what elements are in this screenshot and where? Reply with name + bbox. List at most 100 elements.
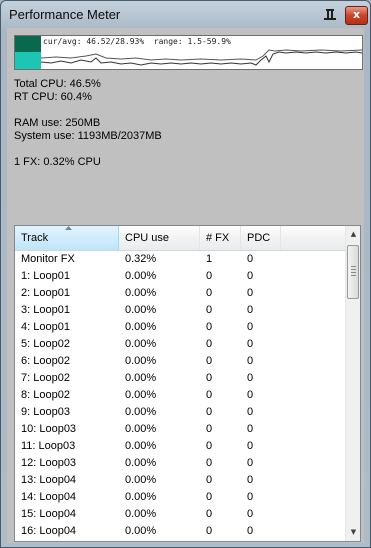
track-name-cell: 4: Loop01 bbox=[21, 321, 70, 333]
table-row[interactable]: 10: Loop03 0.00% 0 0 bbox=[15, 421, 345, 438]
cpu-use-cell: 0.00% bbox=[125, 423, 157, 435]
table-row[interactable]: 1: Loop01 0.00% 0 0 bbox=[15, 268, 345, 285]
fx-count-cell: 0 bbox=[206, 304, 213, 316]
track-name-cell: 14: Loop04 bbox=[21, 491, 77, 503]
fx-count-cell: 0 bbox=[206, 440, 213, 452]
cpu-use-cell: 0.00% bbox=[125, 389, 157, 401]
window-title: Performance Meter bbox=[9, 7, 121, 22]
column-header-fx[interactable]: # FX bbox=[200, 226, 241, 250]
column-header-pdc[interactable]: PDC bbox=[241, 226, 281, 250]
pdc-cell: 0 bbox=[247, 389, 254, 401]
track-list[interactable]: Track CPU use # FX PDC Monitor FX 0.32% 1 0… bbox=[14, 225, 361, 542]
cpu-use-cell: 0.00% bbox=[125, 508, 157, 520]
pdc-cell: 0 bbox=[247, 474, 254, 486]
title-bar[interactable]: Performance Meter x bbox=[1, 1, 370, 29]
table-row[interactable]: 12: Loop03 0.00% 0 0 bbox=[15, 455, 345, 472]
table-row[interactable]: 15: Loop04 0.00% 0 0 bbox=[15, 506, 345, 523]
fx-count-cell: 0 bbox=[206, 270, 213, 282]
track-name-cell: 7: Loop02 bbox=[21, 372, 70, 384]
pdc-cell: 0 bbox=[247, 355, 254, 367]
sort-ascending-icon bbox=[65, 226, 72, 230]
pdc-cell: 0 bbox=[247, 440, 254, 452]
pdc-cell: 0 bbox=[247, 304, 254, 316]
pdc-cell: 0 bbox=[247, 270, 254, 282]
meter-panel: cur/avg: 46.52/28.93% range: 1.5-59.9% T… bbox=[7, 28, 364, 543]
pdc-cell: 0 bbox=[247, 321, 254, 333]
cpu-use-cell: 0.32% bbox=[125, 253, 157, 265]
table-row[interactable]: 8: Loop02 0.00% 0 0 bbox=[15, 387, 345, 404]
fx-count-cell: 0 bbox=[206, 525, 213, 537]
cpu-use-cell: 0.00% bbox=[125, 491, 157, 503]
cpu-use-cell: 0.00% bbox=[125, 372, 157, 384]
track-name-cell: 16: Loop04 bbox=[21, 525, 77, 537]
cpu-color-swatch bbox=[15, 36, 41, 52]
pdc-cell: 0 bbox=[247, 287, 254, 299]
table-row[interactable]: 3: Loop01 0.00% 0 0 bbox=[15, 302, 345, 319]
table-row[interactable]: 5: Loop02 0.00% 0 0 bbox=[15, 336, 345, 353]
stats-block: Total CPU: 46.5% RT CPU: 60.4% RAM use: … bbox=[14, 78, 162, 169]
table-row[interactable]: 4: Loop01 0.00% 0 0 bbox=[15, 319, 345, 336]
track-name-cell: 12: Loop03 bbox=[21, 457, 77, 469]
scroll-down-icon[interactable]: ▼ bbox=[346, 524, 360, 541]
track-rows: Monitor FX 0.32% 1 0 1: Loop01 0.00% 0 0 2: Loop… bbox=[15, 251, 345, 540]
track-name-cell: 3: Loop01 bbox=[21, 304, 70, 316]
fx-count-cell: 0 bbox=[206, 406, 213, 418]
track-name-cell: Monitor FX bbox=[21, 253, 75, 265]
track-name-cell: 9: Loop03 bbox=[21, 406, 70, 418]
table-row[interactable]: 16: Loop04 0.00% 0 0 bbox=[15, 523, 345, 540]
list-header: Track CPU use # FX PDC bbox=[15, 226, 345, 251]
table-row[interactable]: 7: Loop02 0.00% 0 0 bbox=[15, 370, 345, 387]
pdc-cell: 0 bbox=[247, 372, 254, 384]
performance-meter-window: Performance Meter x cur/avg: 46.52/28.93… bbox=[0, 0, 371, 548]
pdc-cell: 0 bbox=[247, 406, 254, 418]
pdc-cell: 0 bbox=[247, 508, 254, 520]
fx-count-cell: 0 bbox=[206, 372, 213, 384]
track-name-cell: 15: Loop04 bbox=[21, 508, 77, 520]
scroll-thumb[interactable] bbox=[347, 245, 359, 299]
table-row[interactable]: 6: Loop02 0.00% 0 0 bbox=[15, 353, 345, 370]
cpu-use-cell: 0.00% bbox=[125, 355, 157, 367]
close-button[interactable]: x bbox=[345, 6, 368, 25]
track-name-cell: 2: Loop01 bbox=[21, 287, 70, 299]
track-name-cell: 1: Loop01 bbox=[21, 270, 70, 282]
table-row[interactable]: 14: Loop04 0.00% 0 0 bbox=[15, 489, 345, 506]
track-name-cell: 6: Loop02 bbox=[21, 355, 70, 367]
pdc-cell: 0 bbox=[247, 338, 254, 350]
pdc-cell: 0 bbox=[247, 457, 254, 469]
cpu-use-cell: 0.00% bbox=[125, 525, 157, 537]
table-row[interactable]: 9: Loop03 0.00% 0 0 bbox=[15, 404, 345, 421]
cpu-use-cell: 0.00% bbox=[125, 474, 157, 486]
scroll-up-icon[interactable]: ▲ bbox=[346, 226, 360, 243]
cpu-use-cell: 0.00% bbox=[125, 338, 157, 350]
rt-cpu-text: RT CPU: 60.4% bbox=[14, 91, 92, 103]
cpu-use-cell: 0.00% bbox=[125, 304, 157, 316]
track-name-cell: 10: Loop03 bbox=[21, 423, 77, 435]
fx-count-cell: 0 bbox=[206, 321, 213, 333]
table-row[interactable]: 13: Loop04 0.00% 0 0 bbox=[15, 472, 345, 489]
fx-count-cell: 0 bbox=[206, 287, 213, 299]
fx-count-cell: 0 bbox=[206, 508, 213, 520]
track-name-cell: 8: Loop02 bbox=[21, 389, 70, 401]
fx-count-cell: 0 bbox=[206, 474, 213, 486]
column-header-track[interactable]: Track bbox=[15, 226, 119, 250]
table-row[interactable]: 2: Loop01 0.00% 0 0 bbox=[15, 285, 345, 302]
fx-count-cell: 0 bbox=[206, 389, 213, 401]
track-name-cell: 11: Loop03 bbox=[21, 440, 76, 452]
cpu-use-cell: 0.00% bbox=[125, 270, 157, 282]
column-header-cpu-use[interactable]: CPU use bbox=[119, 226, 200, 250]
fx-count-cell: 1 bbox=[206, 253, 213, 265]
vertical-scrollbar[interactable]: ▲ ▼ bbox=[345, 226, 360, 541]
fx-cpu-text: 1 FX: 0.32% CPU bbox=[14, 156, 101, 168]
pdc-cell: 0 bbox=[247, 525, 254, 537]
total-cpu-text: Total CPU: 46.5% bbox=[14, 78, 101, 90]
cpu-use-cell: 0.00% bbox=[125, 440, 157, 452]
fx-count-cell: 0 bbox=[206, 457, 213, 469]
track-name-cell: 5: Loop02 bbox=[21, 338, 70, 350]
table-row[interactable]: 11: Loop03 0.00% 0 0 bbox=[15, 438, 345, 455]
table-row[interactable]: Monitor FX 0.32% 1 0 bbox=[15, 251, 345, 268]
pin-icon[interactable] bbox=[324, 9, 336, 21]
pdc-cell: 0 bbox=[247, 253, 254, 265]
rt-cpu-color-swatch bbox=[15, 52, 41, 69]
fx-count-cell: 0 bbox=[206, 491, 213, 503]
pdc-cell: 0 bbox=[247, 423, 254, 435]
